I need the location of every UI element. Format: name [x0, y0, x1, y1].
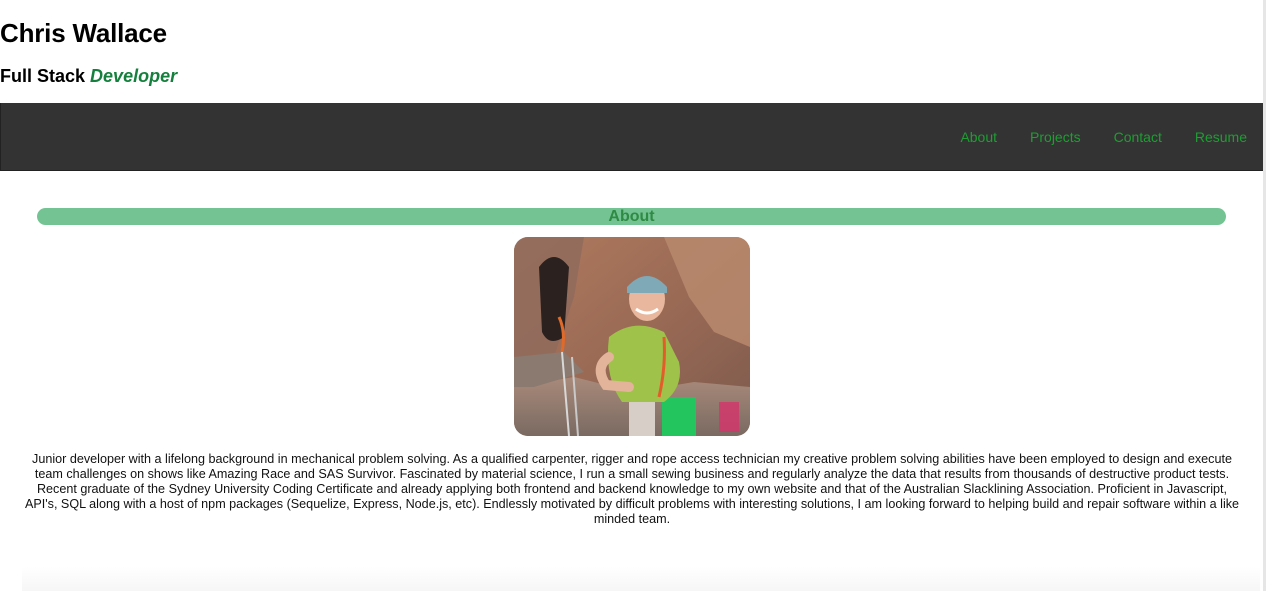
site-role: Full Stack Developer: [0, 64, 177, 88]
about-section-title: About: [608, 208, 655, 225]
profile-photo-illustration: [514, 237, 750, 436]
nav-link-about[interactable]: About: [960, 129, 997, 145]
role-accent: Developer: [90, 66, 178, 86]
navbar: About Projects Contact Resume: [0, 103, 1263, 171]
nav-link-contact[interactable]: Contact: [1114, 129, 1162, 145]
about-bio: Junior developer with a lifelong backgro…: [24, 452, 1240, 526]
nav-links: About Projects Contact Resume: [927, 103, 1247, 171]
page: Chris Wallace Full Stack Developer About…: [0, 0, 1266, 591]
role-prefix: Full Stack: [0, 66, 86, 86]
nav-link-projects[interactable]: Projects: [1030, 129, 1081, 145]
profile-photo: [514, 237, 750, 436]
site-name: Chris Wallace: [0, 18, 167, 48]
about-section-banner: About: [37, 208, 1226, 225]
nav-link-resume[interactable]: Resume: [1195, 129, 1247, 145]
footer-shadow: [22, 566, 1260, 591]
